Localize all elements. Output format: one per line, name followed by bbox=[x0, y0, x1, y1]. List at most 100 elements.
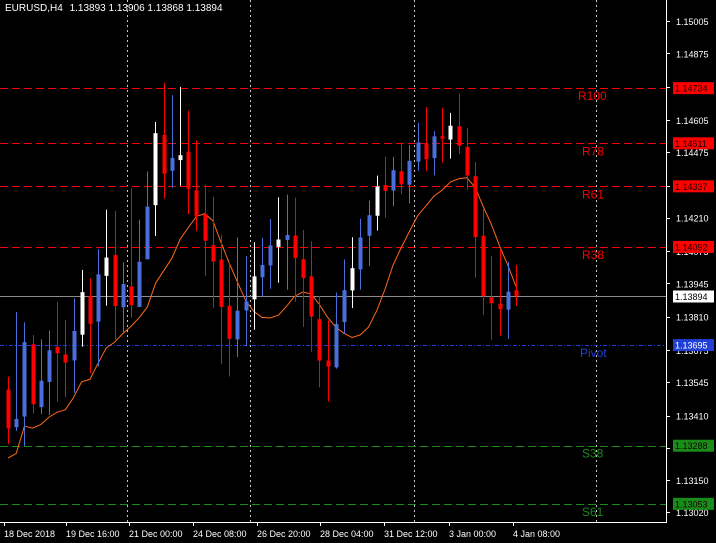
level-tag-text: 1.13053 bbox=[675, 499, 708, 509]
candle-body[interactable] bbox=[194, 190, 199, 217]
price-tick-label: 1.13945 bbox=[676, 279, 709, 289]
candle-body[interactable] bbox=[457, 126, 462, 146]
price-tick-label: 1.13810 bbox=[676, 313, 709, 323]
candle-body[interactable] bbox=[80, 292, 85, 335]
candle-body[interactable] bbox=[203, 214, 208, 241]
candle-body[interactable] bbox=[440, 136, 445, 139]
level-tag-text: 1.14092 bbox=[675, 242, 708, 252]
candle-body[interactable] bbox=[326, 360, 331, 367]
time-tick-label: 24 Dec 08:00 bbox=[193, 529, 247, 539]
candle-body[interactable] bbox=[358, 237, 363, 270]
candle-body[interactable] bbox=[47, 350, 52, 382]
candle-body[interactable] bbox=[137, 261, 142, 307]
candle-body[interactable] bbox=[481, 235, 486, 297]
level-label-s61: S61 bbox=[582, 505, 604, 519]
candle-body[interactable] bbox=[211, 245, 216, 262]
candle-body[interactable] bbox=[63, 354, 68, 363]
candle-body[interactable] bbox=[219, 259, 224, 307]
candle-body[interactable] bbox=[145, 206, 150, 260]
candle-body[interactable] bbox=[22, 342, 27, 417]
candle-body[interactable] bbox=[317, 319, 322, 361]
candle-body[interactable] bbox=[129, 286, 134, 306]
candle-body[interactable] bbox=[383, 185, 388, 191]
candle-body[interactable] bbox=[309, 276, 314, 317]
current-price-tag-text: 1.13894 bbox=[675, 292, 708, 302]
candle-body[interactable] bbox=[514, 290, 519, 296]
price-tick-label: 1.15005 bbox=[676, 17, 709, 27]
candle-body[interactable] bbox=[367, 215, 372, 236]
candle-body[interactable] bbox=[268, 245, 273, 266]
candle-body[interactable] bbox=[104, 257, 109, 276]
candle-body[interactable] bbox=[72, 330, 77, 361]
level-tag-text: 1.14511 bbox=[675, 139, 707, 149]
time-tick-label: 21 Dec 00:00 bbox=[129, 529, 183, 539]
candle-body[interactable] bbox=[285, 235, 290, 240]
level-label-r38: R38 bbox=[582, 248, 604, 262]
time-tick-label: 19 Dec 16:00 bbox=[66, 529, 120, 539]
chart-window[interactable]: R100 R78 R61 R38 Pivot S38 S61 1.15005 1.14875 1.… bbox=[0, 0, 716, 543]
candle-body[interactable] bbox=[178, 155, 183, 161]
candle-body[interactable] bbox=[276, 239, 281, 247]
price-chart[interactable]: R100 R78 R61 R38 Pivot S38 S61 1.15005 1.14875 1.… bbox=[0, 0, 716, 543]
candle-body[interactable] bbox=[448, 125, 453, 140]
candle-body[interactable] bbox=[301, 259, 306, 279]
candle-body[interactable] bbox=[6, 389, 11, 429]
candle-body[interactable] bbox=[350, 268, 355, 291]
level-tag-text: 1.13695 bbox=[675, 341, 708, 351]
candle-body[interactable] bbox=[260, 264, 265, 278]
level-label-r61: R61 bbox=[582, 187, 604, 201]
price-tick-label: 1.14475 bbox=[676, 148, 709, 158]
price-tick-label: 1.14210 bbox=[676, 214, 709, 224]
candle-body[interactable] bbox=[186, 151, 191, 189]
level-label-r100: R100 bbox=[578, 89, 607, 103]
level-label-s38: S38 bbox=[582, 447, 604, 461]
price-tick-label: 1.14875 bbox=[676, 49, 709, 59]
price-tick-label: 1.13150 bbox=[676, 476, 709, 486]
candle-body[interactable] bbox=[334, 324, 339, 368]
level-label-r78: R78 bbox=[582, 144, 604, 158]
level-tag-text: 1.14734 bbox=[675, 84, 708, 94]
candle-body[interactable] bbox=[391, 170, 396, 191]
candle-body[interactable] bbox=[407, 160, 412, 185]
candle-body[interactable] bbox=[153, 133, 158, 206]
candle-body[interactable] bbox=[14, 419, 19, 428]
level-label-pivot: Pivot bbox=[580, 346, 607, 360]
chart-header: EURUSD,H4 1.13893 1.13906 1.13868 1.1389… bbox=[5, 3, 227, 14]
price-tick-label: 1.13545 bbox=[676, 378, 709, 388]
candle-body[interactable] bbox=[432, 136, 437, 159]
candle-body[interactable] bbox=[424, 143, 429, 160]
ohlc-readout: 1.13893 1.13906 1.13868 1.13894 bbox=[69, 3, 223, 14]
candle-body[interactable] bbox=[88, 296, 93, 324]
candle-body[interactable] bbox=[235, 310, 240, 340]
candle-body[interactable] bbox=[39, 380, 44, 408]
time-tick-label: 28 Dec 04:00 bbox=[320, 529, 374, 539]
candle-body[interactable] bbox=[170, 157, 175, 171]
candle-body[interactable] bbox=[244, 301, 249, 311]
candle-body[interactable] bbox=[293, 235, 298, 259]
time-tick-label: 31 Dec 12:00 bbox=[384, 529, 438, 539]
time-tick-label: 4 Jan 08:00 bbox=[513, 529, 560, 539]
candle-body[interactable] bbox=[506, 291, 511, 310]
level-tag-text: 1.14337 bbox=[675, 182, 708, 192]
candle-body[interactable] bbox=[399, 171, 404, 185]
candle-body[interactable] bbox=[465, 146, 470, 176]
candle-body[interactable] bbox=[121, 283, 126, 308]
candle-body[interactable] bbox=[96, 274, 101, 322]
candle-body[interactable] bbox=[498, 303, 503, 310]
candle-body[interactable] bbox=[473, 176, 478, 238]
candle-body[interactable] bbox=[252, 276, 257, 300]
candle-body[interactable] bbox=[227, 305, 232, 339]
candle-body[interactable] bbox=[375, 186, 380, 216]
time-tick-label: 26 Dec 20:00 bbox=[257, 529, 311, 539]
time-tick-label: 3 Jan 00:00 bbox=[449, 529, 496, 539]
candle-body[interactable] bbox=[162, 134, 167, 174]
candle-body[interactable] bbox=[55, 346, 60, 354]
price-tick-label: 1.13410 bbox=[676, 412, 709, 422]
candle-body[interactable] bbox=[416, 142, 421, 162]
candle-body[interactable] bbox=[342, 290, 347, 323]
candle-body[interactable] bbox=[113, 255, 118, 307]
level-tag-text: 1.13288 bbox=[675, 441, 708, 451]
candle-body[interactable] bbox=[489, 297, 494, 304]
candle-body[interactable] bbox=[31, 344, 36, 405]
symbol-label: EURUSD,H4 bbox=[5, 3, 63, 14]
